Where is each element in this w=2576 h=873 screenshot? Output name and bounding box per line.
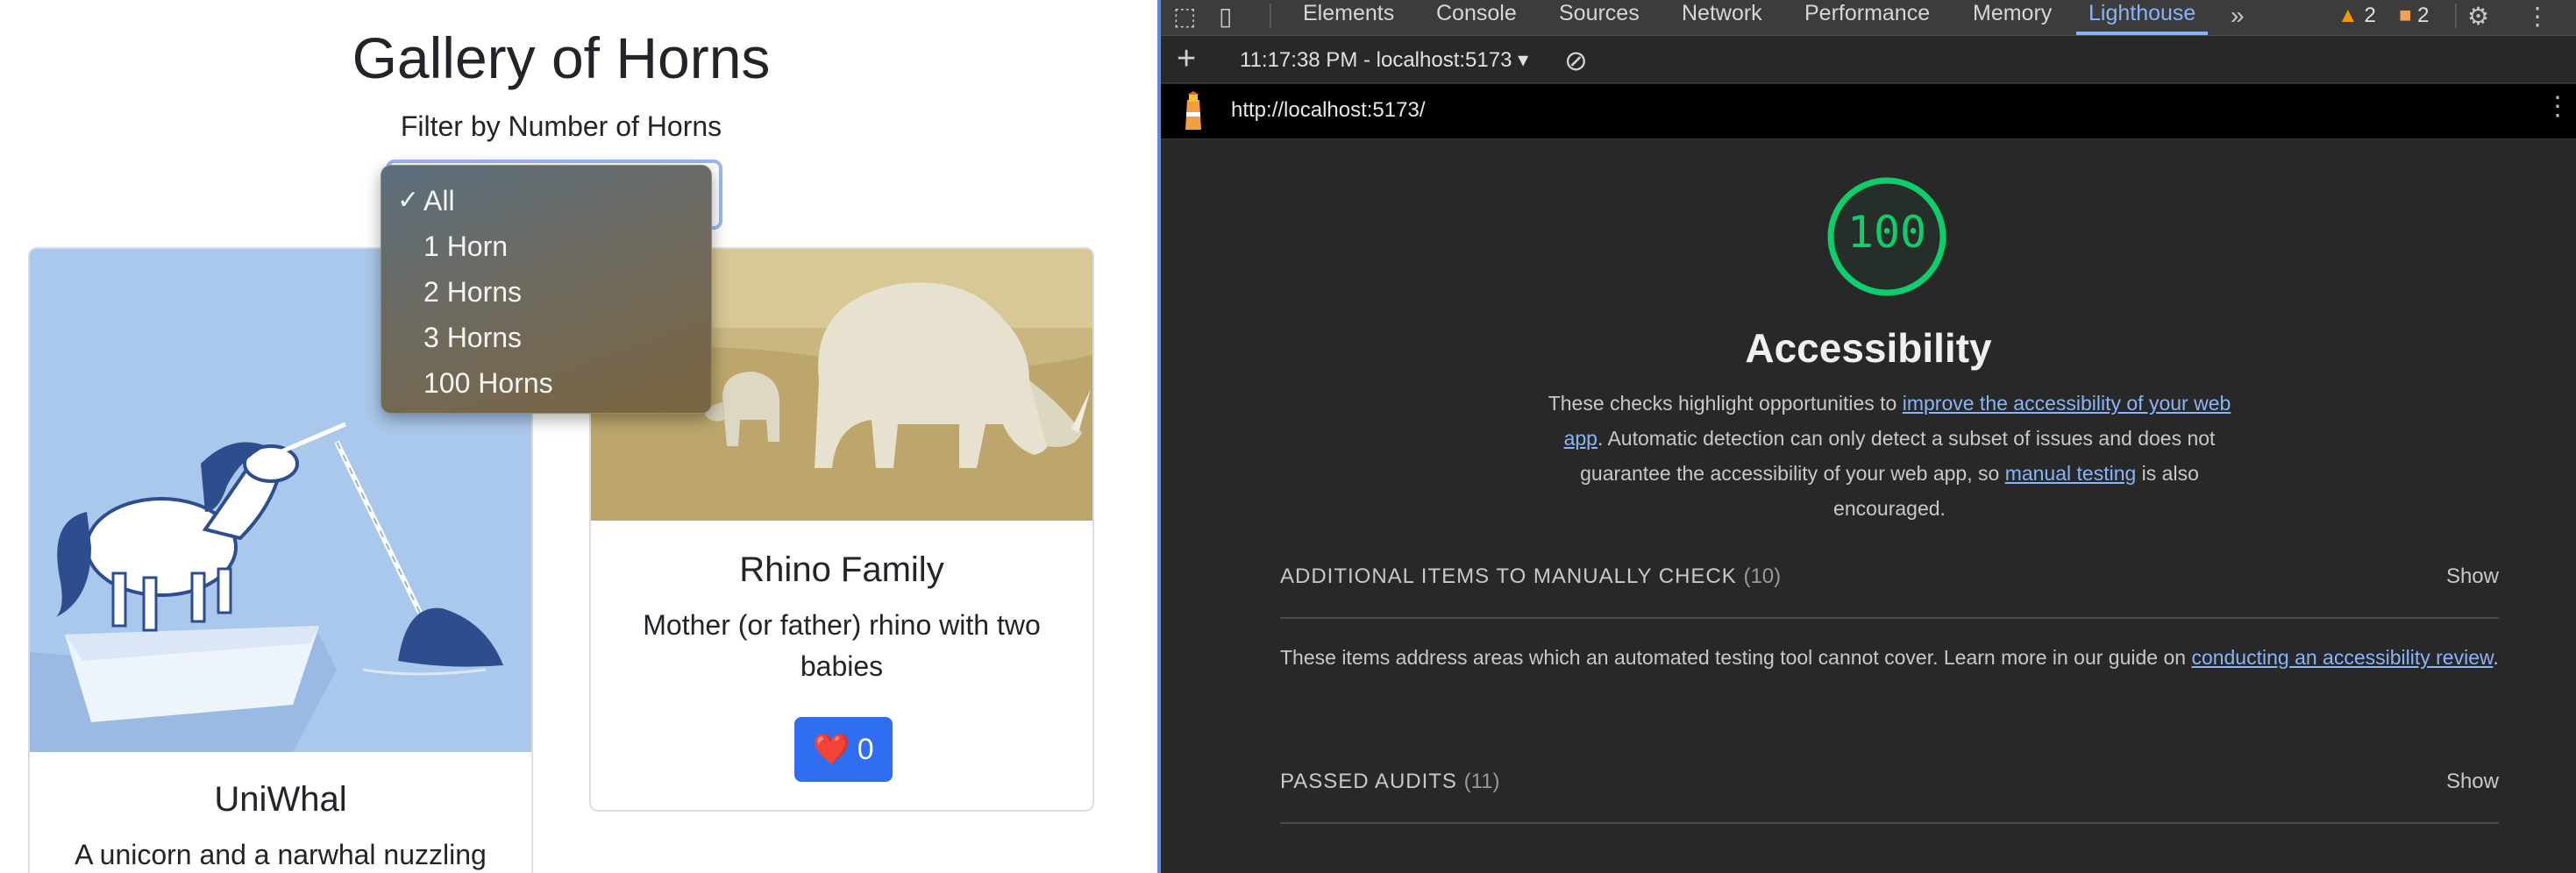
manual-check-description: These items address areas which an autom… (1280, 640, 2499, 675)
horn-filter-dropdown: ✓ All 1 Horn 2 Horns 3 Horns 100 Horns (381, 165, 712, 414)
more-tabs-icon[interactable]: » (2231, 2, 2245, 30)
section-heading-text: PASSED AUDITS (1280, 770, 1457, 793)
card-title: Rhino Family (739, 550, 944, 589)
category-description: These checks highlight opportunities to … (1534, 386, 2245, 526)
section-count: (10) (1743, 564, 1782, 588)
warnings-count: 2 (2364, 4, 2376, 27)
dropdown-option-all[interactable]: ✓ All (381, 178, 711, 224)
score-value: 100 (1847, 207, 1927, 258)
dropdown-option-3-horns[interactable]: 3 Horns (381, 315, 711, 360)
report-url[interactable]: http://localhost:5173/ (1231, 98, 1425, 123)
clear-reports-icon[interactable]: ⊘ (1564, 44, 1588, 77)
dropdown-arrow-icon: ▾ (1518, 48, 1529, 72)
dropdown-option-100-horns[interactable]: 100 Horns (381, 360, 711, 406)
report-selector[interactable]: 11:17:38 PM - localhost:5173 ▾ (1240, 47, 1528, 73)
dropdown-option-1-horn[interactable]: 1 Horn (381, 224, 711, 269)
page-title: Gallery of Horns (352, 25, 771, 90)
show-toggle[interactable]: Show (2446, 564, 2499, 589)
category-title: Accessibility (1745, 325, 1992, 371)
tab-lighthouse[interactable]: Lighthouse (2076, 0, 2209, 35)
tab-network[interactable]: Network (1682, 0, 1762, 35)
issues-count: 2 (2417, 4, 2430, 27)
section-count: (11) (1463, 770, 1500, 793)
toolbar-divider (1270, 4, 1271, 28)
tab-console[interactable]: Console (1436, 0, 1517, 35)
new-report-button[interactable]: + (1177, 40, 1196, 78)
manual-check-section-header[interactable]: ADDITIONAL ITEMS TO MANUALLY CHECK (10) … (1280, 564, 2499, 589)
show-toggle[interactable]: Show (2446, 770, 2499, 794)
option-label: 1 Horn (423, 231, 509, 262)
report-menu-icon[interactable]: ⋮ (2544, 91, 2571, 122)
manual-testing-link[interactable]: manual testing (2005, 462, 2137, 485)
app-viewport: Gallery of Horns Filter by Number of Hor… (0, 0, 1157, 873)
option-label: 3 Horns (423, 322, 523, 353)
issues-badge[interactable]: ■ 2 (2399, 4, 2430, 28)
report-selector-label: 11:17:38 PM - localhost:5173 (1240, 48, 1512, 72)
like-count: 0 (857, 732, 874, 766)
desc-text: These checks highlight opportunities to (1548, 392, 1903, 415)
tab-memory[interactable]: Memory (1973, 0, 2052, 35)
body-text: . (2493, 646, 2499, 669)
inspect-element-icon[interactable]: ⬚ (1173, 2, 1196, 31)
like-button[interactable]: ❤️ 0 (794, 717, 893, 782)
card-description: Mother (or father) rhino with two babies (643, 609, 1041, 682)
lighthouse-toolbar: + 11:17:38 PM - localhost:5173 ▾ ⊘ (1161, 37, 2576, 83)
toolbar-divider (2455, 4, 2457, 28)
section-divider (1280, 822, 2499, 824)
report-url-bar: http://localhost:5173/ ⋮ (1161, 84, 2576, 139)
lighthouse-logo-icon (1185, 91, 1201, 130)
checkmark-icon: ✓ (397, 186, 420, 215)
issue-flag-icon: ■ (2399, 4, 2412, 27)
option-label: 2 Horns (423, 276, 523, 308)
devtools-tab-bar: ⬚ ▯ Elements Console Sources Network Per… (1161, 0, 2576, 36)
section-heading: PASSED AUDITS (11) (1280, 770, 1500, 793)
warning-icon: ▲ (2338, 4, 2359, 27)
filter-label: Filter by Number of Horns (400, 110, 722, 142)
devtools-panel: ⬚ ▯ Elements Console Sources Network Per… (1157, 0, 2576, 873)
heart-icon: ❤️ (813, 733, 850, 766)
warnings-badge[interactable]: ▲ 2 (2338, 4, 2376, 28)
accessibility-review-link[interactable]: conducting an accessibility review (2191, 646, 2493, 669)
section-heading: ADDITIONAL ITEMS TO MANUALLY CHECK (10) (1280, 564, 1781, 588)
tab-sources[interactable]: Sources (1559, 0, 1640, 35)
section-divider (1280, 617, 2499, 619)
card-description: A unicorn and a narwhal nuzzling (75, 839, 487, 870)
kebab-menu-icon[interactable]: ⋮ (2525, 2, 2550, 31)
device-toolbar-icon[interactable]: ▯ (1219, 2, 1232, 31)
tab-elements[interactable]: Elements (1303, 0, 1394, 35)
tab-performance[interactable]: Performance (1804, 0, 1930, 35)
body-text: These items address areas which an autom… (1280, 646, 2192, 669)
passed-audits-section-header[interactable]: PASSED AUDITS (11) Show (1280, 770, 2499, 794)
option-label: 100 Horns (423, 367, 553, 399)
card-title: UniWhal (214, 780, 347, 819)
section-heading-text: ADDITIONAL ITEMS TO MANUALLY CHECK (1280, 564, 1737, 588)
settings-gear-icon[interactable]: ⚙ (2467, 2, 2489, 31)
option-label: All (423, 185, 455, 216)
dropdown-option-2-horns[interactable]: 2 Horns (381, 269, 711, 315)
